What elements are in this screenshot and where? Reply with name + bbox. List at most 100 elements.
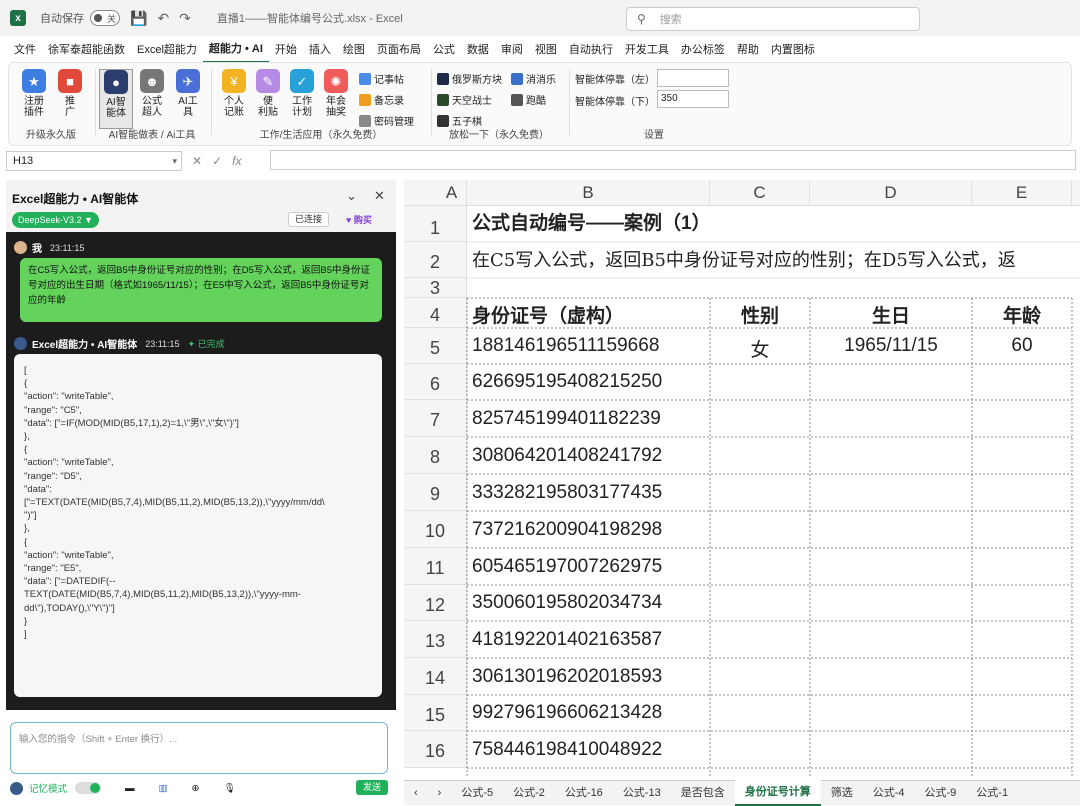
chart-icon[interactable]: ▥ bbox=[159, 783, 168, 794]
dock-left-input[interactable] bbox=[657, 69, 729, 87]
close-icon[interactable]: ✕ bbox=[374, 188, 385, 204]
sheet-tab[interactable]: 是否包含 bbox=[671, 781, 735, 805]
ai-agent-button[interactable]: ● AI智 能体 bbox=[99, 69, 133, 129]
menu-xujuntai[interactable]: 徐军泰超能函数 bbox=[42, 38, 131, 62]
spreadsheet-grid[interactable]: A B C D E 1 2 3 4 5 6 7 8 9 10 11 12 13 … bbox=[404, 180, 1080, 778]
sheet-tab[interactable]: 筛选 bbox=[821, 781, 863, 805]
menu-view[interactable]: 视图 bbox=[529, 38, 563, 62]
match3-button[interactable]: 消消乐 bbox=[511, 71, 556, 86]
menu-review[interactable]: 审阅 bbox=[495, 38, 529, 62]
header-id[interactable]: 身份证号（虚构） bbox=[472, 301, 624, 328]
function-icon[interactable]: fx bbox=[232, 154, 241, 168]
bot-name: Excel超能力 • AI智能体 bbox=[32, 340, 138, 351]
sticky-note-button[interactable]: ✎ 便 利贴 bbox=[251, 69, 285, 118]
birthday-cell[interactable]: 1965/11/15 bbox=[810, 335, 972, 357]
menu-automate[interactable]: 自动执行 bbox=[563, 38, 619, 62]
dock-bottom-input[interactable]: 350 bbox=[657, 90, 729, 108]
id-cell[interactable]: 333282195803177435 bbox=[472, 482, 662, 504]
header-gender[interactable]: 性别 bbox=[710, 301, 810, 328]
undo-icon[interactable]: ↶ bbox=[157, 10, 169, 27]
menu-ai[interactable]: 超能力 • AI bbox=[202, 37, 269, 63]
command-input[interactable]: 输入您的指令（Shift + Enter 换行）... bbox=[10, 722, 388, 774]
sheet-tab[interactable]: 公式-13 bbox=[613, 781, 671, 805]
menu-data[interactable]: 数据 bbox=[461, 38, 495, 62]
menu-office-tab[interactable]: 办公标签 bbox=[675, 38, 731, 62]
sheet-description[interactable]: 在C5写入公式，返回B5中身份证号对应的性别；在D5写入公式，返 bbox=[472, 246, 1016, 272]
id-cell[interactable]: 188146196511159668 bbox=[472, 335, 659, 357]
save-icon[interactable]: 💾 bbox=[130, 10, 147, 27]
buy-link[interactable]: ♥ 购买 bbox=[346, 213, 372, 226]
menu-excel-power[interactable]: Excel超能力 bbox=[131, 38, 203, 62]
gender-cell[interactable]: 女 bbox=[710, 335, 810, 362]
id-cell[interactable]: 825745199401182239 bbox=[472, 408, 661, 430]
menu-formulas[interactable]: 公式 bbox=[427, 38, 461, 62]
parkour-button[interactable]: 跑酷 bbox=[511, 92, 546, 107]
memo-icon bbox=[359, 93, 371, 106]
autosave-toggle[interactable]: 关 bbox=[90, 10, 120, 26]
id-cell[interactable]: 306130196202018593 bbox=[472, 666, 662, 688]
promote-button[interactable]: ■ 推 广 bbox=[53, 69, 87, 118]
register-label: 注册 插件 bbox=[24, 96, 44, 118]
id-cell[interactable]: 626695195408215250 bbox=[472, 371, 662, 393]
send-button[interactable]: 发送 bbox=[356, 780, 388, 795]
scroll-left-icon[interactable]: ‹ bbox=[404, 781, 428, 805]
work-plan-button[interactable]: ✓ 工作 计划 bbox=[285, 69, 319, 118]
confirm-icon[interactable]: ✓ bbox=[212, 154, 222, 168]
register-button[interactable]: ★ 注册 插件 bbox=[17, 69, 51, 118]
add-icon[interactable]: ⊕ bbox=[192, 783, 200, 794]
formula-input[interactable] bbox=[270, 150, 1076, 170]
camera-icon[interactable]: ▬ bbox=[125, 783, 135, 794]
ai-tools-button[interactable]: ✈ AI工 具 bbox=[171, 69, 205, 118]
sheet-tab[interactable]: 公式-2 bbox=[503, 781, 555, 805]
personal-account-button[interactable]: ¥ 个人 记账 bbox=[217, 69, 251, 118]
notepad-icon bbox=[359, 72, 371, 85]
formula-hero-button[interactable]: ☻ 公式 超人 bbox=[135, 69, 169, 118]
search-box[interactable]: ⚲ 搜索 bbox=[626, 7, 920, 31]
id-cell[interactable]: 605465197007262975 bbox=[472, 556, 662, 578]
id-cell[interactable]: 350060195802034734 bbox=[472, 592, 662, 614]
sheet-tab-active[interactable]: 身份证号计算 bbox=[734, 780, 821, 806]
ai-tools-label: AI工 具 bbox=[178, 96, 198, 118]
menu-developer[interactable]: 开发工具 bbox=[619, 38, 675, 62]
redo-icon[interactable]: ↷ bbox=[179, 10, 191, 27]
memo-button[interactable]: 备忘录 bbox=[359, 92, 404, 107]
scroll-right-icon[interactable]: › bbox=[428, 781, 452, 805]
id-cell[interactable]: 308064201408241792 bbox=[472, 445, 662, 467]
microphone-icon[interactable]: 🎙 bbox=[223, 783, 235, 794]
lottery-button[interactable]: ✺ 年会 抽奖 bbox=[319, 69, 353, 118]
model-selector[interactable]: DeepSeek-V3.2 ▼ bbox=[12, 212, 99, 228]
id-cell[interactable]: 992796196606213428 bbox=[472, 702, 662, 724]
menu-draw[interactable]: 绘图 bbox=[337, 38, 371, 62]
pane-title: Excel超能力 • AI智能体 bbox=[12, 192, 139, 206]
memory-toggle[interactable] bbox=[75, 782, 102, 794]
menu-home[interactable]: 开始 bbox=[269, 38, 303, 62]
name-box[interactable]: H13 ▾ bbox=[6, 151, 182, 171]
memo-label: 备忘录 bbox=[374, 96, 404, 107]
menu-layout[interactable]: 页面布局 bbox=[371, 38, 427, 62]
menu-icons[interactable]: 内置图标 bbox=[765, 38, 821, 62]
sheet-tab[interactable]: 公式-1 bbox=[966, 781, 1018, 805]
notepad-button[interactable]: 记事帖 bbox=[359, 71, 404, 86]
sheet-tab[interactable]: 公式-4 bbox=[863, 781, 915, 805]
chevron-down-icon[interactable]: ⌄ bbox=[346, 188, 357, 204]
tetris-button[interactable]: 俄罗斯方块 bbox=[437, 71, 502, 86]
separator bbox=[569, 69, 570, 135]
header-birthday[interactable]: 生日 bbox=[810, 301, 972, 328]
sheet-tab[interactable]: 公式-16 bbox=[555, 781, 613, 805]
separator bbox=[211, 69, 212, 135]
sheet-title[interactable]: 公式自动编号——案例（1） bbox=[472, 208, 711, 235]
menu-help[interactable]: 帮助 bbox=[731, 38, 765, 62]
id-cell[interactable]: 758446198410048922 bbox=[472, 739, 662, 761]
group-work-label: 工作/生活应用（永久免费） bbox=[259, 130, 383, 141]
sky-fighter-button[interactable]: 天空战士 bbox=[437, 92, 492, 107]
sheet-tab[interactable]: 公式-9 bbox=[915, 781, 967, 805]
sheet-tab[interactable]: 公式-5 bbox=[451, 781, 503, 805]
id-cell[interactable]: 418192201402163587 bbox=[472, 629, 662, 651]
cancel-icon[interactable]: ✕ bbox=[192, 154, 202, 168]
id-cell[interactable]: 737216200904198298 bbox=[472, 519, 662, 541]
command-placeholder: 输入您的指令（Shift + Enter 换行）... bbox=[19, 734, 178, 745]
header-age[interactable]: 年龄 bbox=[972, 301, 1072, 328]
age-cell[interactable]: 60 bbox=[972, 335, 1072, 357]
menu-insert[interactable]: 插入 bbox=[303, 38, 337, 62]
menu-file[interactable]: 文件 bbox=[8, 38, 42, 62]
